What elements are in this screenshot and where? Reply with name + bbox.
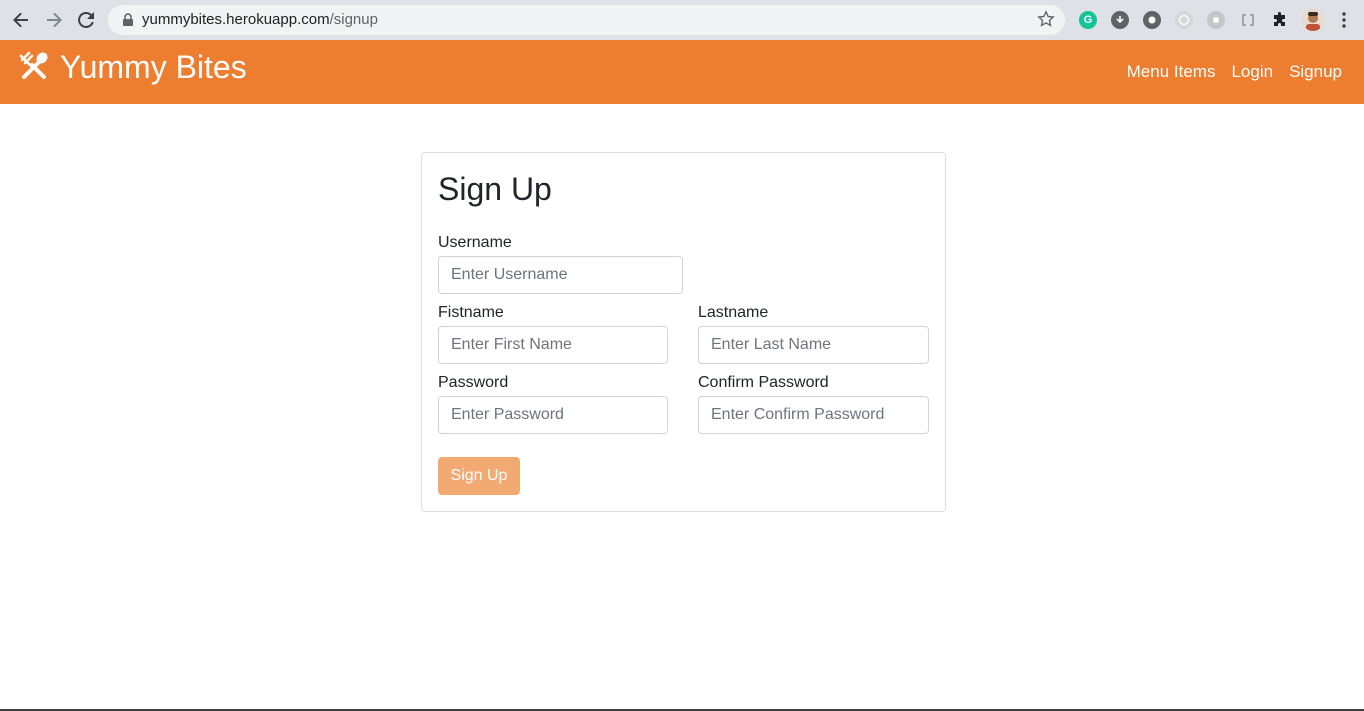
- reload-icon[interactable]: [74, 8, 98, 32]
- site-navbar: Yummy Bites Menu Items Login Signup: [0, 40, 1364, 104]
- browser-menu-icon[interactable]: [1332, 8, 1356, 32]
- lastname-input[interactable]: [698, 326, 929, 364]
- address-bar[interactable]: yummybites.herokuapp.com/signup: [108, 5, 1065, 35]
- brand-link[interactable]: Yummy Bites: [18, 50, 247, 84]
- lastname-group: Lastname: [698, 303, 929, 364]
- firstname-input[interactable]: [438, 326, 668, 364]
- bookmark-star-icon[interactable]: [1037, 10, 1055, 28]
- brand-name: Yummy Bites: [60, 49, 247, 85]
- confirm-password-label: Confirm Password: [698, 374, 829, 391]
- nav-link-login[interactable]: Login: [1231, 62, 1273, 82]
- forward-icon[interactable]: [42, 8, 66, 32]
- grammarly-extension-icon[interactable]: G: [1079, 11, 1097, 29]
- url-text: yummybites.herokuapp.com/signup: [142, 11, 378, 28]
- password-input[interactable]: [438, 396, 668, 434]
- form-title: Sign Up: [438, 171, 552, 207]
- firstname-label: Fistname: [438, 304, 504, 321]
- password-label: Password: [438, 374, 509, 391]
- confirm-password-input[interactable]: [698, 396, 929, 434]
- code-extension-icon[interactable]: [1239, 11, 1257, 29]
- download-extension-icon[interactable]: [1111, 11, 1129, 29]
- extensions-puzzle-icon[interactable]: [1271, 11, 1289, 29]
- lock-icon: [123, 13, 133, 26]
- signup-card: Sign Up Username Fistname Lastname Passw…: [421, 152, 946, 512]
- nav-link-menu-items[interactable]: Menu Items: [1127, 62, 1216, 82]
- timer-extension-icon[interactable]: [1175, 11, 1193, 29]
- password-group: Password: [438, 373, 668, 434]
- back-icon[interactable]: [9, 8, 33, 32]
- fork-spoon-icon: [19, 51, 48, 79]
- nav-link-signup[interactable]: Signup: [1289, 62, 1342, 82]
- privacy-extension-icon[interactable]: [1207, 11, 1225, 29]
- profile-avatar-icon[interactable]: [1302, 9, 1324, 31]
- username-input[interactable]: [438, 256, 683, 294]
- nav-links: Menu Items Login Signup: [1127, 62, 1342, 82]
- confirm-password-group: Confirm Password: [698, 373, 929, 434]
- firstname-group: Fistname: [438, 303, 668, 364]
- record-extension-icon[interactable]: [1143, 11, 1161, 29]
- username-label: Username: [438, 234, 512, 251]
- username-group: Username: [438, 233, 683, 294]
- lastname-label: Lastname: [698, 304, 769, 321]
- browser-toolbar: yummybites.herokuapp.com/signup G: [0, 0, 1364, 40]
- signup-submit-button[interactable]: Sign Up: [438, 457, 520, 495]
